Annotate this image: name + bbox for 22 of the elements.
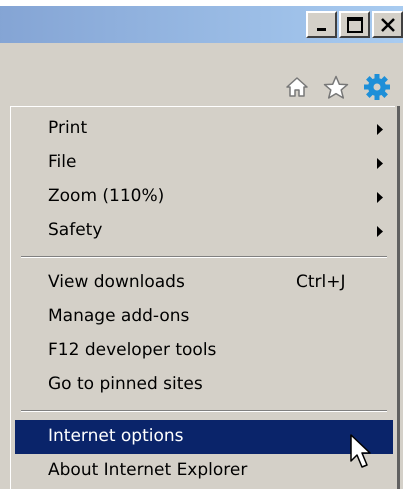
- menu-item[interactable]: File: [15, 146, 393, 180]
- menu-item[interactable]: Print: [15, 112, 393, 146]
- submenu-arrow-icon: [377, 124, 383, 134]
- star-icon[interactable]: [323, 74, 349, 100]
- home-icon[interactable]: [285, 76, 309, 98]
- maximize-icon: [346, 16, 364, 34]
- shortcut-label: Ctrl+J: [296, 271, 346, 294]
- submenu-arrow-icon: [377, 192, 383, 202]
- maximize-button[interactable]: [339, 11, 370, 38]
- submenu-arrow-icon: [377, 226, 383, 236]
- menu-item[interactable]: Go to pinned sites: [15, 368, 393, 402]
- minimize-button[interactable]: [306, 11, 337, 38]
- menu-item[interactable]: About Internet Explorer: [15, 454, 393, 488]
- menu-item[interactable]: Manage add-ons: [15, 300, 393, 334]
- close-icon: [380, 16, 396, 32]
- menu-item[interactable]: F12 developer tools: [15, 334, 393, 368]
- minimize-icon: [317, 28, 326, 31]
- menu-item[interactable]: Safety: [15, 214, 393, 248]
- menu-item[interactable]: Zoom (110%): [15, 180, 393, 214]
- submenu-arrow-icon: [377, 158, 383, 168]
- menu-item[interactable]: View downloads Ctrl+J: [15, 266, 393, 300]
- close-button[interactable]: [372, 11, 403, 38]
